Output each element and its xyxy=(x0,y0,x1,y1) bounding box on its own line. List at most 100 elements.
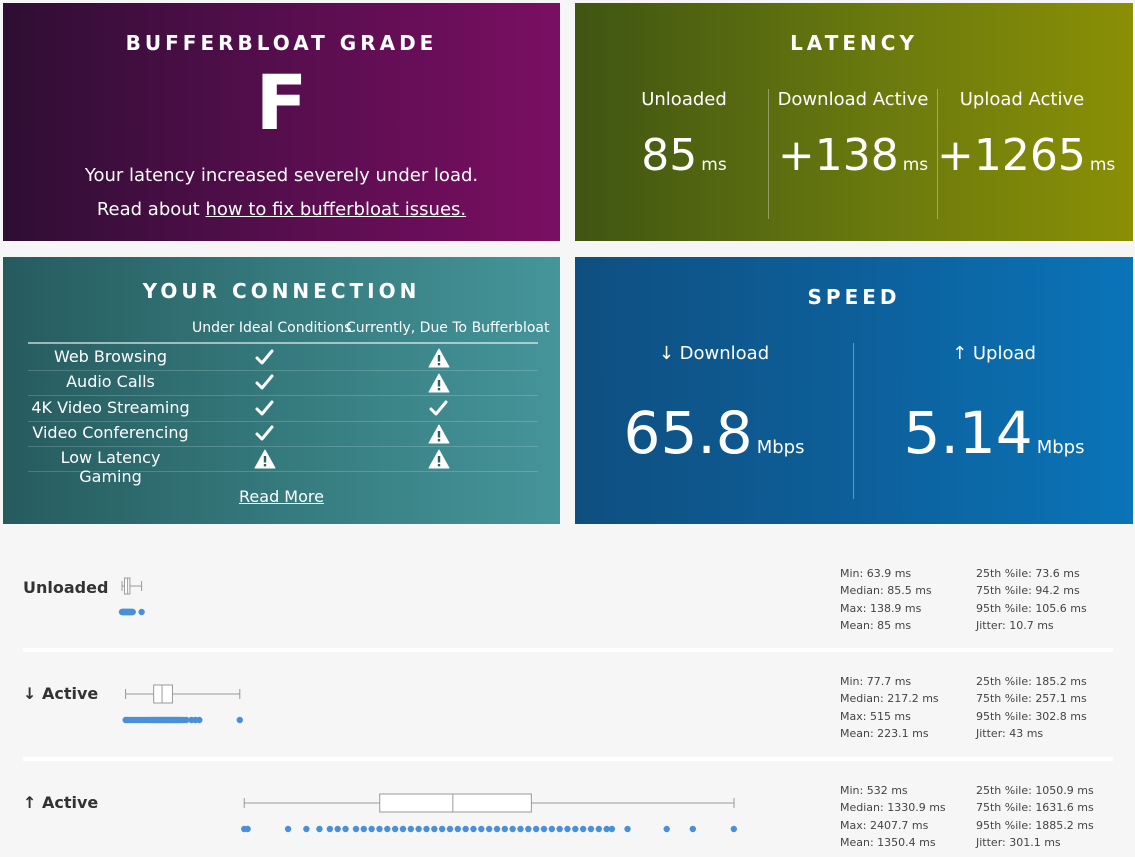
use-case-name: Video Conferencing xyxy=(32,422,189,442)
data-point xyxy=(407,825,415,833)
data-point xyxy=(352,825,360,833)
stat-p95: 95th %ile: 105.6 ms xyxy=(976,601,1087,615)
data-point xyxy=(384,825,391,833)
data-point xyxy=(548,825,556,833)
upload-unit: Mbps xyxy=(1036,437,1085,458)
latency-card: LATENCY Unloaded 85 ms Download Active +1… xyxy=(575,3,1133,241)
warning-icon xyxy=(254,449,276,469)
data-point xyxy=(470,825,477,833)
data-point xyxy=(509,825,516,833)
speed-title: SPEED xyxy=(807,285,901,309)
latency-title: LATENCY xyxy=(790,31,918,55)
data-point xyxy=(360,825,368,833)
data-point xyxy=(663,825,670,833)
data-point xyxy=(244,825,251,833)
speed-upload: ↑ Upload 5.14 Mbps xyxy=(859,343,1129,462)
current-status xyxy=(428,373,450,393)
stat-max: Max: 2407.7 ms xyxy=(840,818,929,832)
stats-left: Min: 77.7 ms Median: 217.2 ms Max: 515 m… xyxy=(840,673,939,742)
latency-unloaded: Unloaded 85 ms xyxy=(599,89,769,178)
speed-download: ↓ Download 65.8 Mbps xyxy=(579,343,849,462)
data-point xyxy=(368,825,375,833)
stat-max: Max: 138.9 ms xyxy=(840,601,922,615)
iqr-box xyxy=(153,684,173,704)
data-point xyxy=(624,825,631,833)
stats-right: 25th %ile: 185.2 ms 75th %ile: 257.1 ms … xyxy=(976,673,1087,742)
download-unit: Mbps xyxy=(756,437,805,458)
use-case-name: Audio Calls xyxy=(66,372,155,392)
stats-right: 25th %ile: 1050.9 ms 75th %ile: 1631.6 m… xyxy=(976,782,1094,851)
stats-right: 25th %ile: 73.6 ms 75th %ile: 94.2 ms 95… xyxy=(976,565,1087,634)
data-point xyxy=(399,825,407,833)
latency-upload-unit: ms xyxy=(1089,155,1116,175)
data-point xyxy=(595,825,603,833)
box-plot xyxy=(241,793,738,833)
stat-p75: 75th %ile: 94.2 ms xyxy=(976,584,1080,598)
stat-max: Max: 515 ms xyxy=(840,709,911,723)
data-point xyxy=(517,825,524,833)
data-point xyxy=(438,825,446,833)
check-icon xyxy=(255,425,274,441)
latency-detail-download-active: ↓ Active Min: 77.7 ms Median: 217.2 ms M… xyxy=(23,668,1113,748)
stat-min: Min: 532 ms xyxy=(840,784,908,797)
stat-jitter: Jitter: 10.7 ms xyxy=(976,618,1054,632)
data-point xyxy=(579,825,587,833)
check-icon xyxy=(255,374,274,390)
read-more-link[interactable]: Read More xyxy=(3,487,560,506)
grade-description: Your latency increased severely under lo… xyxy=(84,165,479,186)
data-point xyxy=(423,825,430,833)
col-header-current: Currently, Due To Bufferbloat xyxy=(346,320,550,336)
upload-value: 5.14 xyxy=(903,399,1033,467)
stat-p75: 75th %ile: 257.1 ms xyxy=(976,692,1087,706)
stat-min: Min: 77.7 ms xyxy=(840,675,912,688)
connection-row: Audio Calls xyxy=(28,370,538,397)
warning-icon xyxy=(428,348,450,368)
latency-download-label: Download Active xyxy=(777,89,929,110)
stat-p95: 95th %ile: 1885.2 ms xyxy=(976,818,1094,832)
stat-p75: 75th %ile: 1631.6 ms xyxy=(976,801,1094,815)
use-case-name: Low Latency Gaming xyxy=(60,448,161,487)
col-header-ideal: Under Ideal Conditions xyxy=(192,320,352,336)
ideal-status xyxy=(254,373,276,393)
data-point xyxy=(129,608,136,616)
data-point xyxy=(501,825,509,833)
stat-jitter: Jitter: 301.1 ms xyxy=(976,835,1061,849)
data-point xyxy=(376,825,383,833)
ideal-status xyxy=(254,449,276,469)
stat-p95: 95th %ile: 302.8 ms xyxy=(976,709,1087,723)
grade-title: BUFFERBLOAT GRADE xyxy=(125,31,438,55)
connection-row: Web Browsing xyxy=(28,345,538,371)
box-plot xyxy=(122,684,243,724)
data-point xyxy=(493,825,501,833)
stat-median: Median: 217.2 ms xyxy=(840,692,939,706)
speed-divider xyxy=(853,343,854,499)
stat-p25: 25th %ile: 73.6 ms xyxy=(976,567,1080,580)
data-point xyxy=(284,825,292,833)
current-status xyxy=(428,399,450,419)
data-point xyxy=(532,825,540,833)
latency-download-unit: ms xyxy=(902,155,929,175)
fix-bufferbloat-link[interactable]: how to fix bufferbloat issues. xyxy=(205,199,466,220)
data-point xyxy=(303,825,310,833)
stat-median: Median: 85.5 ms xyxy=(840,584,932,598)
data-point xyxy=(236,716,243,724)
detail-separator xyxy=(23,648,1113,652)
connection-row: Video Conferencing xyxy=(28,421,538,447)
data-point xyxy=(689,825,697,833)
data-point xyxy=(587,825,595,833)
stat-p25: 25th %ile: 185.2 ms xyxy=(976,675,1087,688)
data-point xyxy=(454,825,462,833)
grade-letter: F xyxy=(255,58,308,147)
data-point xyxy=(564,825,571,833)
stat-mean: Mean: 85 ms xyxy=(840,618,912,632)
stat-median: Median: 1330.9 ms xyxy=(840,801,946,815)
stat-mean: Mean: 1350.4 ms xyxy=(840,835,936,849)
warning-icon xyxy=(428,373,450,393)
current-status xyxy=(428,424,450,444)
use-case-name: Web Browsing xyxy=(53,347,168,366)
box-plot xyxy=(118,577,145,616)
latency-upload-label: Upload Active xyxy=(959,89,1085,110)
data-point xyxy=(342,825,349,833)
data-point xyxy=(326,825,334,833)
data-point xyxy=(316,825,323,833)
